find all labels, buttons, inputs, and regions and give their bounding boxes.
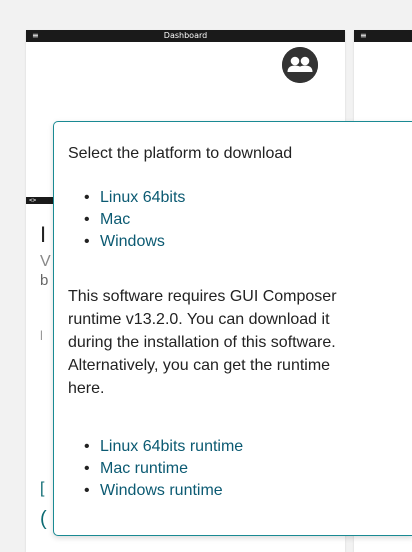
side-card-titlebar: ≡ [354,30,412,42]
download-linux-link[interactable]: Linux 64bits [100,189,185,206]
runtime-note-line: during the installation of this software… [68,334,336,351]
list-item: • Mac [84,209,185,231]
bullet-icon: • [84,211,90,228]
menu-icon[interactable]: ≡ [360,30,367,42]
list-item: • Windows runtime [84,480,243,502]
underlay-text-fragment: V [40,253,51,270]
list-item: • Linux 64bits runtime [84,436,243,458]
users-group-icon-svg [282,47,318,83]
underlay-icon-fragment: [ [40,480,45,497]
code-bar: <> [26,197,54,204]
platform-list: • Linux 64bits • Mac • Windows [84,187,185,253]
download-mac-link[interactable]: Mac [100,211,130,228]
list-item: • Windows [84,231,185,253]
list-item: • Mac runtime [84,458,243,480]
download-mac-runtime-link[interactable]: Mac runtime [100,460,188,477]
underlay-text-fragment: I [40,222,47,247]
bullet-icon: • [84,482,90,499]
runtime-note: This software requires GUI Composer runt… [68,285,408,400]
runtime-list: • Linux 64bits runtime • Mac runtime • W… [84,436,243,502]
download-windows-link[interactable]: Windows [100,233,165,250]
dashboard-page: ≡ Dashboard ≡ <> I V b l [ ( Select the … [0,0,412,552]
underlay-icon-fragment: ( [40,508,47,530]
underlay-text-fragment: b [40,272,49,289]
dashboard-card-title: Dashboard [163,31,208,40]
bullet-icon: • [84,233,90,250]
runtime-note-line: here. [68,380,105,397]
download-popup: Select the platform to download • Linux … [53,121,412,536]
dashboard-card-titlebar: ≡ Dashboard [26,30,345,42]
bullet-icon: • [84,189,90,206]
list-item: • Linux 64bits [84,187,185,209]
bullet-icon: • [84,438,90,455]
runtime-note-line: This software requires GUI Composer [68,288,337,305]
download-windows-runtime-link[interactable]: Windows runtime [100,482,223,499]
bullet-icon: • [84,460,90,477]
popup-heading: Select the platform to download [68,145,293,162]
download-linux-runtime-link[interactable]: Linux 64bits runtime [100,438,243,455]
runtime-note-line: Alternatively, you can get the runtime [68,357,331,374]
users-group-icon[interactable] [282,47,318,83]
runtime-note-line: runtime v13.2.0. You can download it [68,311,330,328]
underlay-text-fragment: l [40,328,43,343]
